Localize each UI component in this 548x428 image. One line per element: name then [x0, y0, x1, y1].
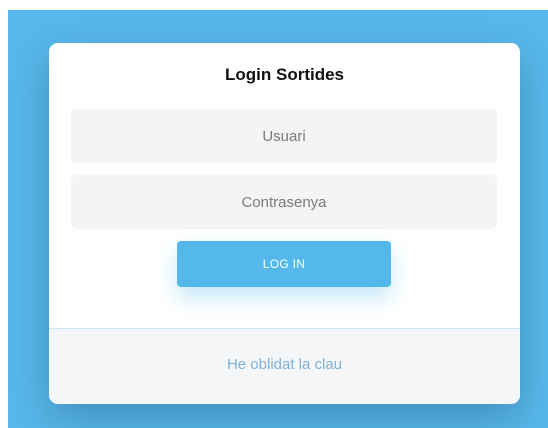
password-field[interactable] [71, 175, 497, 229]
card-footer: He oblidat la clau [49, 328, 520, 404]
username-field[interactable] [71, 109, 497, 163]
forgot-password-link[interactable]: He oblidat la clau [49, 356, 520, 373]
login-button[interactable]: LOG IN [177, 241, 391, 287]
login-title: Login Sortides [225, 65, 344, 84]
login-card: Login Sortides LOG IN He oblidat la clau [49, 43, 520, 404]
